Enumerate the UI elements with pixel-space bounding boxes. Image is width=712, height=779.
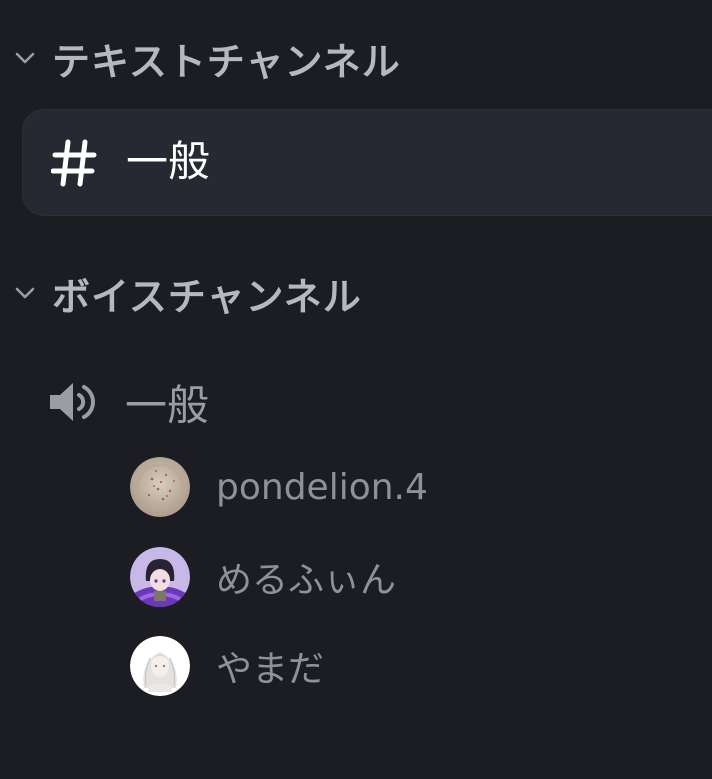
avatar [130, 457, 190, 517]
category-text-channels[interactable]: テキストチャンネル [10, 33, 401, 84]
channel-label: 一般 [125, 380, 210, 430]
speaker-icon [48, 380, 98, 424]
category-label: テキストチャンネル [52, 39, 401, 84]
member-name: めるふぃん [216, 560, 397, 601]
channel-text-general[interactable]: 一般 [22, 109, 712, 216]
voice-member[interactable]: めるふぃん [130, 546, 396, 608]
member-name: pondelion.4 [216, 466, 428, 508]
channel-voice-general[interactable]: 一般 [48, 370, 708, 434]
category-voice-channels[interactable]: ボイスチャンネル [10, 268, 362, 319]
channel-label: 一般 [126, 137, 211, 186]
avatar [130, 636, 190, 696]
channel-sidebar: テキストチャンネル 一般 ボイスチャンネル 一般 pondelion.4 めるふ… [0, 0, 712, 779]
avatar [130, 547, 190, 607]
member-name: やまだ [216, 649, 325, 690]
category-label: ボイスチャンネル [52, 274, 362, 319]
voice-member[interactable]: pondelion.4 [130, 456, 428, 518]
chevron-down-icon [10, 43, 40, 73]
hash-icon [50, 138, 97, 188]
chevron-down-icon [10, 278, 40, 308]
voice-member[interactable]: やまだ [130, 635, 324, 697]
